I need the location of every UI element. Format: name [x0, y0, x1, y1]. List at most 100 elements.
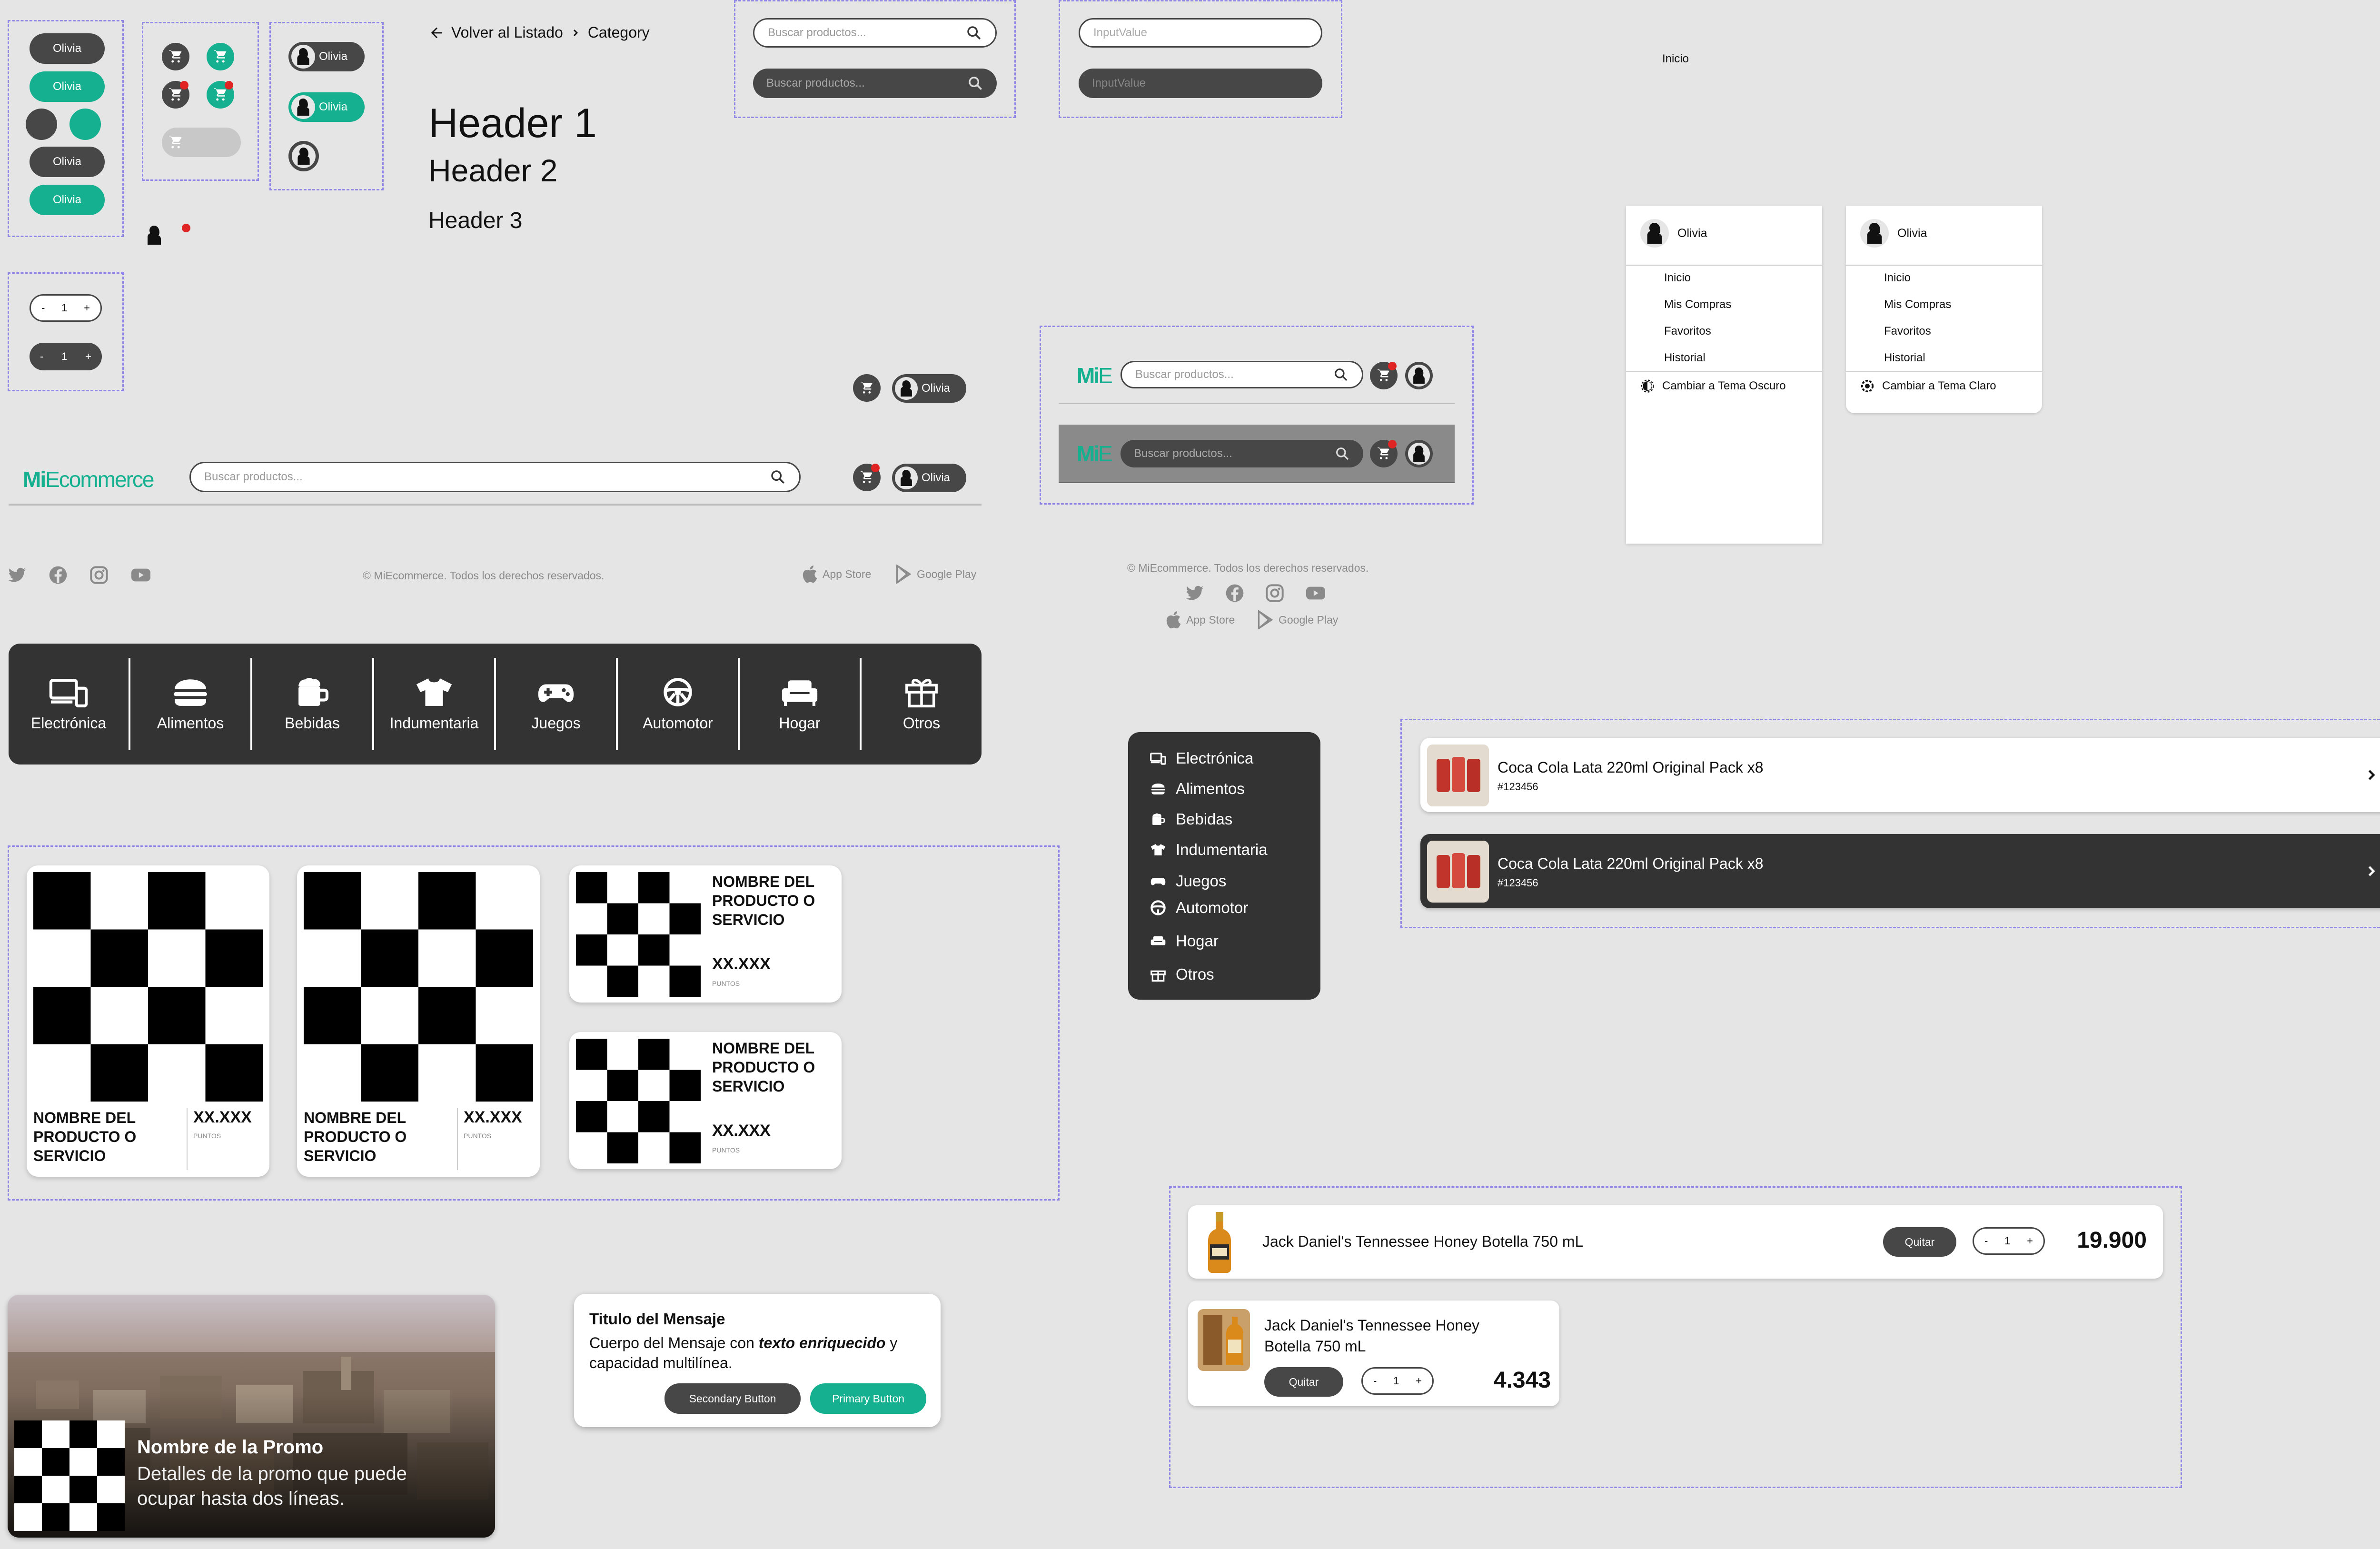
search-bar-dark[interactable]: Buscar productos... [753, 69, 997, 98]
quantity-stepper[interactable]: - 1 + [1361, 1367, 1434, 1395]
facebook-icon[interactable] [1225, 584, 1244, 603]
theme-toggle-dark[interactable]: Cambiar a Tema Oscuro [1640, 379, 1786, 393]
google-play-link[interactable]: Google Play [895, 565, 976, 584]
app-store-link-compact[interactable]: App Store [1164, 610, 1235, 629]
remove-button[interactable]: Quitar [1264, 1367, 1343, 1397]
category-indumentaria[interactable]: Indumentaria [374, 658, 496, 750]
menu-item-historial[interactable]: Historial [1664, 351, 1706, 365]
user-chip-teal[interactable]: Olivia [288, 92, 365, 122]
avatar-button[interactable] [1405, 440, 1433, 467]
menu-item-inicio[interactable]: Inicio [1884, 271, 1911, 285]
product-card-horizontal[interactable]: NOMBRE DEL PRODUCTO O SERVICIO XX.XXX PU… [569, 1032, 842, 1169]
stepper-minus[interactable]: - [1373, 1375, 1377, 1387]
quantity-stepper-dark[interactable]: - 1 + [30, 343, 102, 370]
category-juegos[interactable]: Juegos [496, 658, 618, 750]
search-icon[interactable] [1335, 446, 1350, 461]
youtube-icon[interactable] [1305, 584, 1326, 603]
search-icon[interactable] [967, 75, 983, 91]
category-electronica[interactable]: Electrónica [9, 658, 130, 750]
app-store-link[interactable]: App Store [801, 565, 871, 584]
menu-item-inicio[interactable]: Inicio [1664, 271, 1691, 285]
stepper-plus[interactable]: + [2027, 1235, 2033, 1247]
category-list-item[interactable]: Hogar [1150, 932, 1219, 950]
category-list-item[interactable]: Indumentaria [1150, 841, 1268, 859]
category-hogar[interactable]: Hogar [740, 658, 862, 750]
twitter-icon[interactable] [1185, 584, 1204, 603]
google-play-link-compact[interactable]: Google Play [1257, 610, 1338, 629]
menu-item-favoritos[interactable]: Favoritos [1884, 325, 1931, 338]
avatar-dot-dark[interactable] [26, 109, 57, 140]
cart-button[interactable] [1370, 362, 1398, 389]
promo-card[interactable]: Nombre de la Promo Detalles de la promo … [8, 1295, 495, 1538]
menu-item-mis-compras[interactable]: Mis Compras [1664, 298, 1731, 311]
brand-logo[interactable]: MiEcommerce [23, 467, 155, 492]
secondary-button[interactable]: Secondary Button [664, 1383, 801, 1414]
search-input[interactable]: Buscar productos... [768, 26, 966, 40]
primary-button[interactable]: Primary Button [810, 1383, 926, 1414]
user-pill-teal[interactable]: Olivia [30, 71, 105, 102]
category-list-item[interactable]: Electrónica [1150, 749, 1253, 767]
search-icon[interactable] [1333, 367, 1349, 382]
user-pill-teal-2[interactable]: Olivia [30, 185, 105, 215]
order-row-dark[interactable]: Coca Cola Lata 220ml Original Pack x8 #1… [1420, 834, 2380, 908]
user-chip[interactable]: Olivia [892, 464, 966, 492]
breadcrumb-back[interactable]: Volver al Listado [451, 24, 563, 41]
brand-logo-short[interactable]: MiE [1077, 363, 1113, 388]
input-value[interactable]: InputValue [1093, 26, 1308, 40]
search-bar-light[interactable]: Buscar productos... [753, 18, 997, 48]
menu-item-mis-compras[interactable]: Mis Compras [1884, 298, 1951, 311]
stepper-minus[interactable]: - [1984, 1235, 1988, 1247]
cart-button[interactable] [853, 464, 881, 491]
chevron-right-icon[interactable] [2363, 765, 2380, 784]
theme-toggle-light[interactable]: Cambiar a Tema Claro [1860, 379, 1996, 393]
menu-item-historial[interactable]: Historial [1884, 351, 1925, 365]
category-bebidas[interactable]: Bebidas [252, 658, 374, 750]
user-pill-dark[interactable]: Olivia [30, 33, 105, 64]
quantity-stepper[interactable]: - 1 + [1973, 1227, 2045, 1255]
search-icon[interactable] [966, 25, 982, 41]
avatar-button[interactable] [1405, 362, 1433, 389]
cart-button[interactable] [853, 374, 881, 402]
stepper-plus[interactable]: + [84, 302, 90, 314]
category-list-item[interactable]: Juegos [1150, 872, 1226, 890]
order-row-light[interactable]: Coca Cola Lata 220ml Original Pack x8 #1… [1420, 738, 2380, 812]
search-input[interactable]: Buscar productos... [1135, 368, 1333, 381]
stepper-plus[interactable]: + [85, 350, 91, 363]
avatar-dot-teal[interactable] [69, 109, 101, 140]
search-input[interactable]: Buscar productos... [204, 470, 770, 484]
cart-button-teal[interactable] [207, 43, 234, 70]
chevron-right-icon[interactable] [2363, 862, 2380, 881]
user-chip[interactable]: Olivia [892, 374, 966, 403]
arrow-left-icon[interactable] [428, 25, 445, 41]
twitter-icon[interactable] [8, 566, 27, 585]
stepper-plus[interactable]: + [1416, 1375, 1422, 1387]
category-alimentos[interactable]: Alimentos [130, 658, 252, 750]
remove-button[interactable]: Quitar [1883, 1227, 1956, 1257]
category-list-item[interactable]: Alimentos [1150, 780, 1245, 798]
category-otros[interactable]: Otros [862, 658, 982, 750]
facebook-icon[interactable] [49, 566, 68, 585]
search-input[interactable]: Buscar productos... [1134, 447, 1335, 460]
youtube-icon[interactable] [130, 566, 151, 585]
user-pill-dark-2[interactable]: Olivia [30, 147, 105, 177]
quantity-stepper-light[interactable]: - 1 + [30, 294, 102, 322]
cart-button-dark[interactable] [162, 43, 189, 70]
product-card-vertical[interactable]: NOMBRE DEL PRODUCTO O SERVICIO XX.XXX PU… [27, 865, 269, 1177]
instagram-icon[interactable] [89, 566, 109, 585]
category-list-item[interactable]: Otros [1150, 965, 1214, 983]
product-card-horizontal[interactable]: NOMBRE DEL PRODUCTO O SERVICIO XX.XXX PU… [569, 865, 842, 1003]
breadcrumb-category[interactable]: Category [588, 24, 650, 41]
user-menu-header[interactable]: Olivia [1860, 219, 1927, 248]
user-chip-dark[interactable]: Olivia [288, 42, 365, 71]
text-input-light[interactable]: InputValue [1079, 18, 1322, 48]
search-bar[interactable]: Buscar productos... [189, 462, 801, 492]
nav-link-inicio[interactable]: Inicio [1662, 52, 1689, 66]
search-input[interactable]: Buscar productos... [766, 77, 967, 90]
stepper-minus[interactable]: - [41, 302, 45, 314]
user-menu-header[interactable]: Olivia [1640, 219, 1707, 248]
stepper-minus[interactable]: - [40, 350, 43, 363]
text-input-dark[interactable]: InputValue [1079, 69, 1322, 98]
menu-item-favoritos[interactable]: Favoritos [1664, 325, 1711, 338]
category-list-item[interactable]: Bebidas [1150, 810, 1232, 828]
brand-logo-short[interactable]: MiE [1077, 441, 1113, 467]
